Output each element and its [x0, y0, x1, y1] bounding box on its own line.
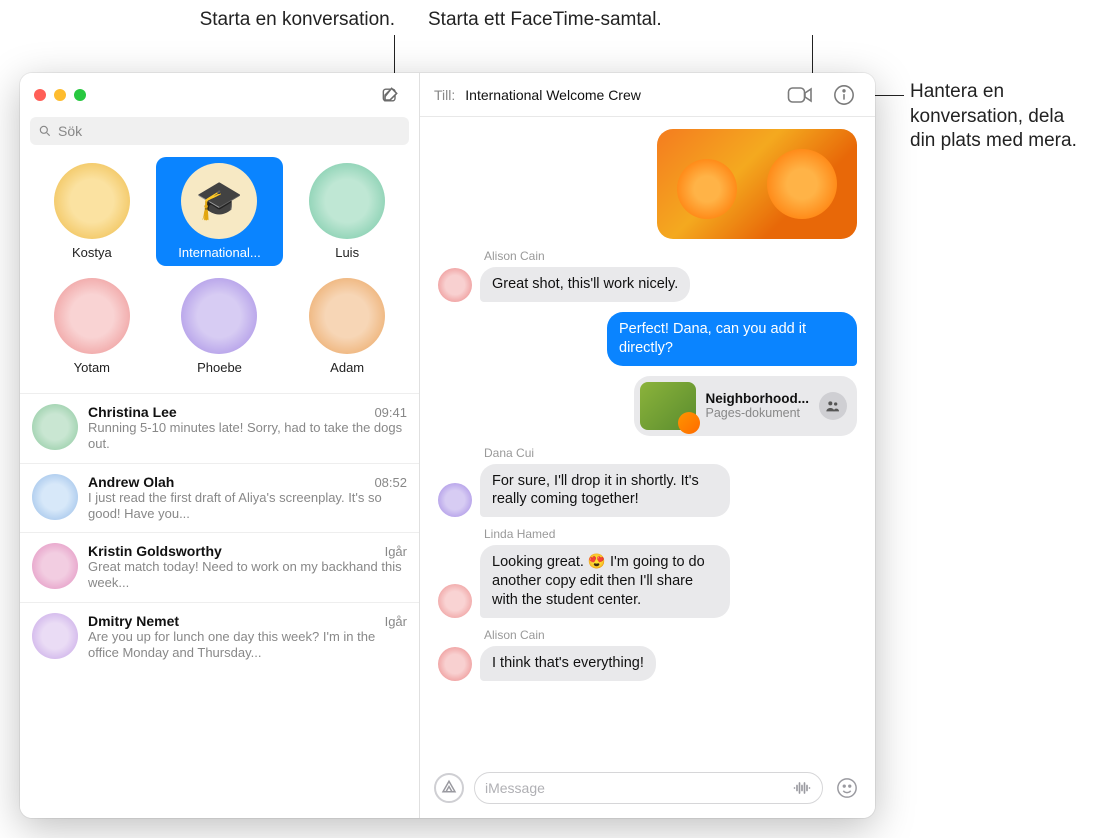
message-bubble[interactable]: For sure, I'll drop it in shortly. It's … — [480, 464, 730, 518]
video-camera-icon — [787, 85, 813, 105]
message-bubble[interactable]: Perfect! Dana, can you add it directly? — [607, 312, 857, 366]
list-item[interactable]: Dmitry Nemet Igår Are you up for lunch o… — [20, 602, 419, 672]
app-store-icon — [440, 779, 458, 797]
to-label: Till: — [434, 87, 455, 103]
apps-button[interactable] — [434, 773, 464, 803]
compose-button[interactable] — [375, 82, 405, 108]
message-input[interactable]: iMessage — [474, 772, 823, 804]
avatar — [181, 278, 257, 354]
avatar — [309, 163, 385, 239]
list-item[interactable]: Andrew Olah 08:52 I just read the first … — [20, 463, 419, 533]
search-placeholder: Sök — [58, 123, 82, 139]
avatar — [438, 483, 472, 517]
callout-facetime: Starta ett FaceTime-samtal. — [428, 8, 662, 33]
callout-line — [812, 35, 813, 75]
file-attachment[interactable]: Neighborhood... Pages-dokument — [634, 376, 858, 436]
search-icon — [38, 124, 52, 138]
sender-name: Alison Cain — [484, 249, 857, 263]
maximize-button[interactable] — [74, 89, 86, 101]
traffic-lights — [34, 89, 86, 101]
sender-name: Linda Hamed — [484, 527, 857, 541]
avatar — [438, 647, 472, 681]
avatar — [32, 543, 78, 589]
search-input[interactable]: Sök — [30, 117, 409, 145]
conversation-time: Igår — [385, 544, 407, 559]
callout-line — [394, 35, 395, 75]
conversation-preview: I just read the first draft of Aliya's s… — [88, 490, 407, 523]
conversation-time: Igår — [385, 614, 407, 629]
conversation-time: 08:52 — [374, 475, 407, 490]
search-wrap: Sök — [20, 117, 419, 153]
sender-name: Alison Cain — [484, 628, 857, 642]
info-button[interactable] — [827, 80, 861, 110]
conversation-pane: Till: International Welcome Crew A — [420, 73, 875, 818]
facetime-button[interactable] — [783, 80, 817, 110]
pinned-contact-kostya[interactable]: Kostya — [28, 157, 156, 266]
audio-wave-icon[interactable] — [792, 780, 812, 796]
callout-info: Hantera en konversation, dela din plats … — [910, 80, 1090, 154]
avatar — [32, 404, 78, 450]
close-button[interactable] — [34, 89, 46, 101]
avatar — [54, 278, 130, 354]
conversation-preview: Are you up for lunch one day this week? … — [88, 629, 407, 662]
message-bubble[interactable]: I think that's everything! — [480, 646, 656, 681]
file-thumbnail — [640, 382, 696, 430]
pinned-contact-yotam[interactable]: Yotam — [28, 272, 156, 381]
conversation-preview: Great match today! Need to work on my ba… — [88, 559, 407, 592]
message-bubble[interactable]: Looking great. 😍 I'm going to do another… — [480, 545, 730, 618]
pinned-label: Phoebe — [197, 360, 242, 375]
pinned-contact-luis[interactable]: Luis — [283, 157, 411, 266]
share-button[interactable] — [819, 392, 847, 420]
pinned-contact-adam[interactable]: Adam — [283, 272, 411, 381]
info-icon — [833, 84, 855, 106]
people-icon — [825, 398, 841, 414]
pinned-contact-phoebe[interactable]: Phoebe — [156, 272, 284, 381]
image-attachment[interactable] — [657, 129, 857, 239]
file-subtitle: Pages-dokument — [706, 406, 810, 420]
pinned-grid: Kostya 🎓 International... Luis Yotam Pho… — [20, 153, 419, 393]
titlebar — [20, 73, 419, 117]
conversation-header: Till: International Welcome Crew — [420, 73, 875, 117]
conversation-name: Christina Lee — [88, 404, 177, 420]
messages-area[interactable]: Alison Cain Great shot, this'll work nic… — [420, 117, 875, 762]
pinned-label: Yotam — [74, 360, 110, 375]
pinned-label: Kostya — [72, 245, 112, 260]
conversation-list[interactable]: Christina Lee 09:41 Running 5-10 minutes… — [20, 393, 419, 818]
avatar — [438, 584, 472, 618]
avatar — [32, 613, 78, 659]
conversation-name: Kristin Goldsworthy — [88, 543, 222, 559]
sender-name: Dana Cui — [484, 446, 857, 460]
list-item[interactable]: Christina Lee 09:41 Running 5-10 minutes… — [20, 393, 419, 463]
input-placeholder: iMessage — [485, 780, 545, 796]
graduation-cap-icon: 🎓 — [196, 179, 243, 223]
file-title: Neighborhood... — [706, 391, 810, 406]
to-name[interactable]: International Welcome Crew — [465, 87, 641, 103]
avatar: 🎓 — [181, 163, 257, 239]
avatar — [54, 163, 130, 239]
list-item[interactable]: Kristin Goldsworthy Igår Great match tod… — [20, 532, 419, 602]
conversation-name: Andrew Olah — [88, 474, 174, 490]
avatar — [309, 278, 385, 354]
pinned-label: Luis — [335, 245, 359, 260]
sidebar: Sök Kostya 🎓 International... Luis Yotam — [20, 73, 420, 818]
message-bubble[interactable]: Great shot, this'll work nicely. — [480, 267, 690, 302]
avatar — [438, 268, 472, 302]
compose-icon — [380, 85, 400, 105]
emoji-button[interactable] — [833, 774, 861, 802]
conversation-name: Dmitry Nemet — [88, 613, 179, 629]
pinned-label: Adam — [330, 360, 364, 375]
pinned-contact-international[interactable]: 🎓 International... — [156, 157, 284, 266]
callout-compose: Starta en konversation. — [95, 8, 395, 33]
conversation-preview: Running 5-10 minutes late! Sorry, had to… — [88, 420, 407, 453]
pinned-label: International... — [178, 245, 260, 260]
conversation-time: 09:41 — [374, 405, 407, 420]
avatar — [32, 474, 78, 520]
smile-icon — [836, 777, 858, 799]
minimize-button[interactable] — [54, 89, 66, 101]
composer: iMessage — [420, 762, 875, 818]
messages-window: Sök Kostya 🎓 International... Luis Yotam — [20, 73, 875, 818]
